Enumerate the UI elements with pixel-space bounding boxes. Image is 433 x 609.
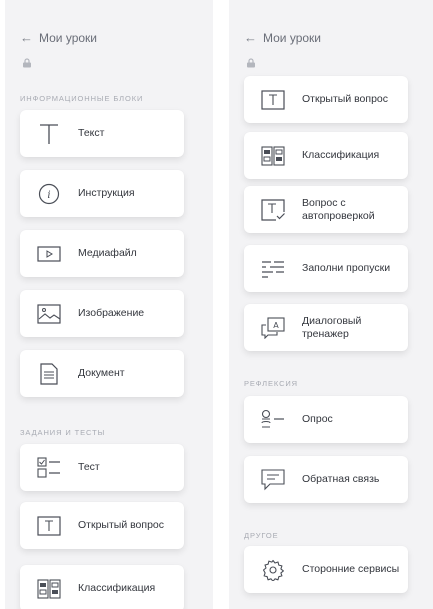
block-label: Тест xyxy=(78,461,100,474)
block-feedback[interactable]: Обратная связь xyxy=(244,456,408,503)
lock-icon xyxy=(247,58,255,68)
block-media[interactable]: Медиафайл xyxy=(20,230,184,277)
block-label: Изображение xyxy=(78,307,145,320)
svg-text:i: i xyxy=(47,190,50,201)
lock-icon xyxy=(23,58,31,68)
block-test[interactable]: Тест xyxy=(20,444,184,491)
block-image[interactable]: Изображение xyxy=(20,290,184,337)
svg-text:A: A xyxy=(273,321,279,330)
block-palette-right: ← Мои уроки Открытый вопрос Классификаци… xyxy=(229,0,433,609)
block-label: Инструкция xyxy=(78,187,135,200)
section-info-blocks: ИНФОРМАЦИОННЫЕ БЛОКИ xyxy=(20,94,144,103)
block-classification[interactable]: Классификация xyxy=(244,132,408,179)
auto-check-question-icon xyxy=(260,197,286,223)
back-link[interactable]: ← Мои уроки xyxy=(244,30,321,45)
classification-icon xyxy=(36,576,62,602)
back-label: Мои уроки xyxy=(39,30,98,45)
block-label: Медиафайл xyxy=(78,247,137,260)
block-document[interactable]: Документ xyxy=(20,350,184,397)
document-icon xyxy=(36,361,62,387)
block-label: Опрос xyxy=(302,413,333,426)
back-label: Мои уроки xyxy=(263,30,322,45)
block-label: Открытый вопрос xyxy=(302,93,389,106)
section-tasks-tests: ЗАДАНИЯ И ТЕСТЫ xyxy=(20,428,106,437)
feedback-icon xyxy=(260,467,286,493)
block-classification[interactable]: Классификация xyxy=(20,565,184,609)
block-palette-left: ← Мои уроки ИНФОРМАЦИОННЫЕ БЛОКИ Текст i… xyxy=(5,0,213,609)
back-link[interactable]: ← Мои уроки xyxy=(20,30,97,45)
block-open-question[interactable]: Открытый вопрос xyxy=(20,502,184,549)
block-survey[interactable]: Опрос xyxy=(244,396,408,443)
block-fill-gaps[interactable]: Заполни пропуски xyxy=(244,245,408,292)
arrow-left-icon: ← xyxy=(20,30,33,45)
arrow-left-icon: ← xyxy=(244,30,257,45)
dialog-trainer-icon: A xyxy=(260,315,286,341)
fill-gaps-icon xyxy=(260,256,286,282)
block-open-question[interactable]: Открытый вопрос xyxy=(244,76,408,123)
section-reflection: РЕФЛЕКСИЯ xyxy=(244,379,298,388)
block-instruction[interactable]: i Инструкция xyxy=(20,170,184,217)
info-icon: i xyxy=(36,181,62,207)
block-external-services[interactable]: Сторонние сервисы xyxy=(244,546,408,593)
open-question-icon xyxy=(36,513,62,539)
media-file-icon xyxy=(36,241,62,267)
block-label: Классификация xyxy=(302,149,380,162)
block-label: Вопрос с автопроверкой xyxy=(302,196,375,222)
block-label: Классификация xyxy=(78,582,156,595)
block-dialog-trainer[interactable]: A Диалоговый тренажер xyxy=(244,304,408,351)
classification-icon xyxy=(260,143,286,169)
block-label: Документ xyxy=(78,367,125,380)
gear-icon xyxy=(260,557,286,583)
block-label: Сторонние сервисы xyxy=(302,563,400,576)
text-icon xyxy=(36,121,62,147)
block-label: Обратная связь xyxy=(302,473,380,486)
block-label: Заполни пропуски xyxy=(302,262,391,275)
survey-icon xyxy=(260,407,286,433)
block-label: Диалоговый тренажер xyxy=(302,314,362,340)
block-label: Текст xyxy=(78,127,105,140)
open-question-icon xyxy=(260,87,286,113)
section-other: ДРУГОЕ xyxy=(244,531,279,540)
block-label: Открытый вопрос xyxy=(78,519,165,532)
image-icon xyxy=(36,301,62,327)
test-list-icon xyxy=(36,455,62,481)
block-text[interactable]: Текст xyxy=(20,110,184,157)
block-auto-check-question[interactable]: Вопрос с автопроверкой xyxy=(244,186,408,233)
